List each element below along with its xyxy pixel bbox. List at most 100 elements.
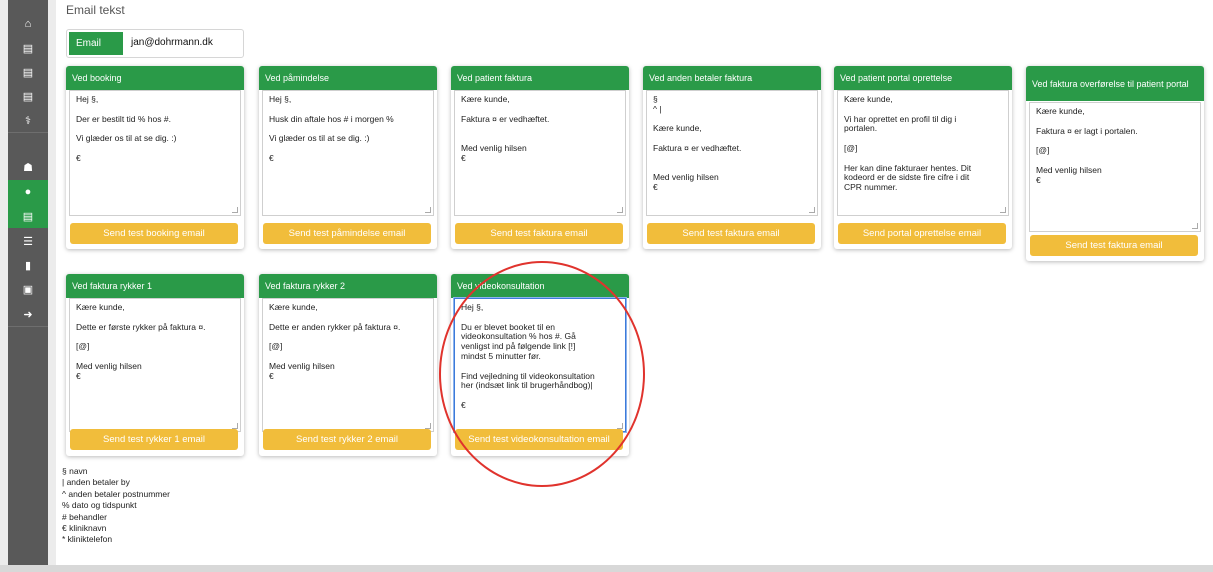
send-test-email-button[interactable]: Send test booking email: [70, 223, 238, 244]
clipboard-icon: ▤: [22, 42, 34, 55]
send-test-email-button[interactable]: Send test videokonsultation email: [455, 429, 623, 450]
email-template-card: Ved patient portal oprettelse Kære kunde,…: [834, 66, 1012, 249]
template-line: €: [1036, 174, 1041, 185]
template-line: Med venlig hilsen: [653, 172, 719, 183]
template-line: Vi glæder os til at se dig. :): [76, 133, 177, 144]
template-line: Der er bestilt tid % hos #.: [76, 113, 171, 124]
resize-handle-icon[interactable]: [617, 207, 623, 213]
template-textarea[interactable]: Kære kunde, Faktura ¤ er vedhæftet. Med ve…: [454, 90, 626, 216]
sidebar-item-9[interactable]: ☰: [8, 229, 48, 253]
list-icon: ☰: [23, 235, 33, 248]
template-line: Med venlig hilsen: [1036, 164, 1102, 175]
email-value[interactable]: jan@dohrmann.dk: [131, 37, 213, 48]
template-line: €: [269, 370, 274, 381]
template-line: portalen.: [844, 123, 878, 134]
legend-item: ^ anden betaler postnummer: [62, 488, 170, 499]
caduceus-icon: ⚕: [25, 114, 31, 127]
template-textarea[interactable]: Kære kunde, Vi har oprettet en profil til…: [837, 90, 1009, 216]
template-line: Hej §,: [269, 94, 292, 104]
resize-handle-icon[interactable]: [1000, 207, 1006, 213]
email-label: Email: [69, 32, 123, 55]
template-textarea[interactable]: Kære kunde, Faktura ¤ er lagt i portalen.…: [1029, 102, 1201, 232]
template-line: ^ |: [653, 103, 662, 114]
sidebar-item-5[interactable]: ⚕: [8, 108, 48, 132]
sidebar-item-2[interactable]: ▤: [8, 36, 48, 60]
sidebar-item-11[interactable]: ▣: [8, 277, 48, 301]
template-line: Faktura ¤ er vedhæftet.: [461, 113, 550, 124]
resize-handle-icon[interactable]: [232, 207, 238, 213]
template-line: mindst 5 minutter før.: [461, 350, 541, 361]
email-field[interactable]: Email jan@dohrmann.dk: [66, 29, 244, 58]
template-line: Husk din aftale hos # i morgen %: [269, 113, 394, 124]
email-template-card: Ved faktura rykker 1 Kære kunde, Dette er …: [66, 274, 244, 456]
send-test-email-button[interactable]: Send test rykker 1 email: [70, 429, 238, 450]
template-textarea[interactable]: Hej §, Der er bestilt tid % hos #. Vi glæd…: [69, 90, 241, 216]
archive-icon: ▣: [22, 283, 34, 296]
template-line: [@]: [76, 341, 90, 352]
template-line: Vi glæder os til at se dig. :): [269, 133, 370, 144]
sidebar-item-7[interactable]: ●: [8, 180, 48, 204]
template-line: CPR nummer.: [844, 182, 898, 193]
card-title: Ved videokonsultation: [451, 274, 629, 298]
horizontal-scrollbar[interactable]: [0, 565, 1213, 572]
page-title: Email tekst: [66, 3, 125, 17]
sidebar-divider: [8, 326, 48, 327]
template-textarea[interactable]: Hej §, Husk din aftale hos # i morgen % Vi…: [262, 90, 434, 216]
email-template-card: Ved booking Hej §, Der er bestilt tid % ho…: [66, 66, 244, 249]
send-test-email-button[interactable]: Send test faktura email: [647, 223, 815, 244]
template-line: Med venlig hilsen: [269, 360, 335, 371]
main-content: Email tekst Email jan@dohrmann.dk Ved bo…: [56, 0, 1213, 572]
legend-item: # behandler: [62, 511, 107, 522]
legend-item: € kliniknavn: [62, 523, 107, 534]
template-line: [76, 144, 234, 154]
send-test-email-button[interactable]: Send test rykker 2 email: [263, 429, 431, 450]
sidebar-item-12[interactable]: ➜: [8, 302, 48, 326]
template-line: [653, 154, 811, 164]
card-title: Ved patient faktura: [451, 66, 629, 90]
template-line: [844, 134, 1002, 144]
template-line: Med venlig hilsen: [461, 142, 527, 153]
send-test-email-button[interactable]: Send test faktura email: [455, 223, 623, 244]
resize-handle-icon[interactable]: [1192, 223, 1198, 229]
card-title: Ved faktura rykker 2: [259, 274, 437, 298]
placeholder-legend: § navn | anden betaler by ^ anden betaler …: [62, 466, 170, 546]
template-textarea[interactable]: Kære kunde, Dette er første rykker på fak…: [69, 298, 241, 432]
resize-handle-icon[interactable]: [809, 207, 815, 213]
card-title: Ved faktura overførelse til patient port…: [1026, 66, 1204, 101]
resize-handle-icon[interactable]: [425, 207, 431, 213]
template-line: Kære kunde,: [653, 123, 702, 134]
send-test-email-button[interactable]: Send test faktura email: [1030, 235, 1198, 256]
template-line: €: [76, 152, 81, 163]
template-textarea[interactable]: Hej §, Du er blevet booket til en videokon…: [454, 298, 626, 432]
template-line: [269, 332, 427, 342]
email-template-card: Ved faktura overførelse til patient port…: [1026, 66, 1204, 261]
users-icon: ☗: [23, 161, 33, 174]
sidebar-item-3[interactable]: ▤: [8, 60, 48, 84]
send-test-email-button[interactable]: Send test påmindelse email: [263, 223, 431, 244]
template-line: §: [653, 94, 658, 104]
template-line: Faktura ¤ er vedhæftet.: [653, 142, 742, 153]
email-template-card: Ved anden betaler faktura § ^ | Kære kunde,…: [643, 66, 821, 249]
email-template-card: Ved faktura rykker 2 Kære kunde, Dette er …: [259, 274, 437, 456]
sidebar-item-6[interactable]: ☗: [8, 155, 48, 179]
template-line: €: [269, 152, 274, 163]
template-line: Hej §,: [76, 94, 99, 104]
sidebar-item-8[interactable]: ▤: [8, 204, 48, 228]
template-line: Kære kunde,: [461, 94, 510, 104]
template-line: Kære kunde,: [269, 302, 318, 312]
file-icon: ▮: [24, 259, 32, 272]
legend-item: | anden betaler by: [62, 477, 130, 488]
sidebar: ⌂ ▤ ▤ ▤ ⚕ ☗ ● ▤ ☰ ▮ ▣ ➜: [8, 0, 48, 572]
template-line: [461, 124, 619, 134]
template-textarea[interactable]: § ^ | Kære kunde, Faktura ¤ er vedhæftet. Me…: [646, 90, 818, 216]
template-line: Dette er anden rykker på faktura ¤.: [269, 321, 401, 332]
sidebar-item-1[interactable]: ⌂: [8, 12, 48, 36]
template-textarea[interactable]: Kære kunde, Dette er anden rykker på fakt…: [262, 298, 434, 432]
clipboard-icon: ▤: [22, 66, 34, 79]
email-template-card: Ved påmindelse Hej §, Husk din aftale hos …: [259, 66, 437, 249]
sidebar-item-10[interactable]: ▮: [8, 253, 48, 277]
legend-item: * kliniktelefon: [62, 534, 113, 545]
sidebar-item-4[interactable]: ▤: [8, 84, 48, 108]
send-test-email-button[interactable]: Send portal oprettelse email: [838, 223, 1006, 244]
template-line: Dette er første rykker på faktura ¤.: [76, 321, 206, 332]
